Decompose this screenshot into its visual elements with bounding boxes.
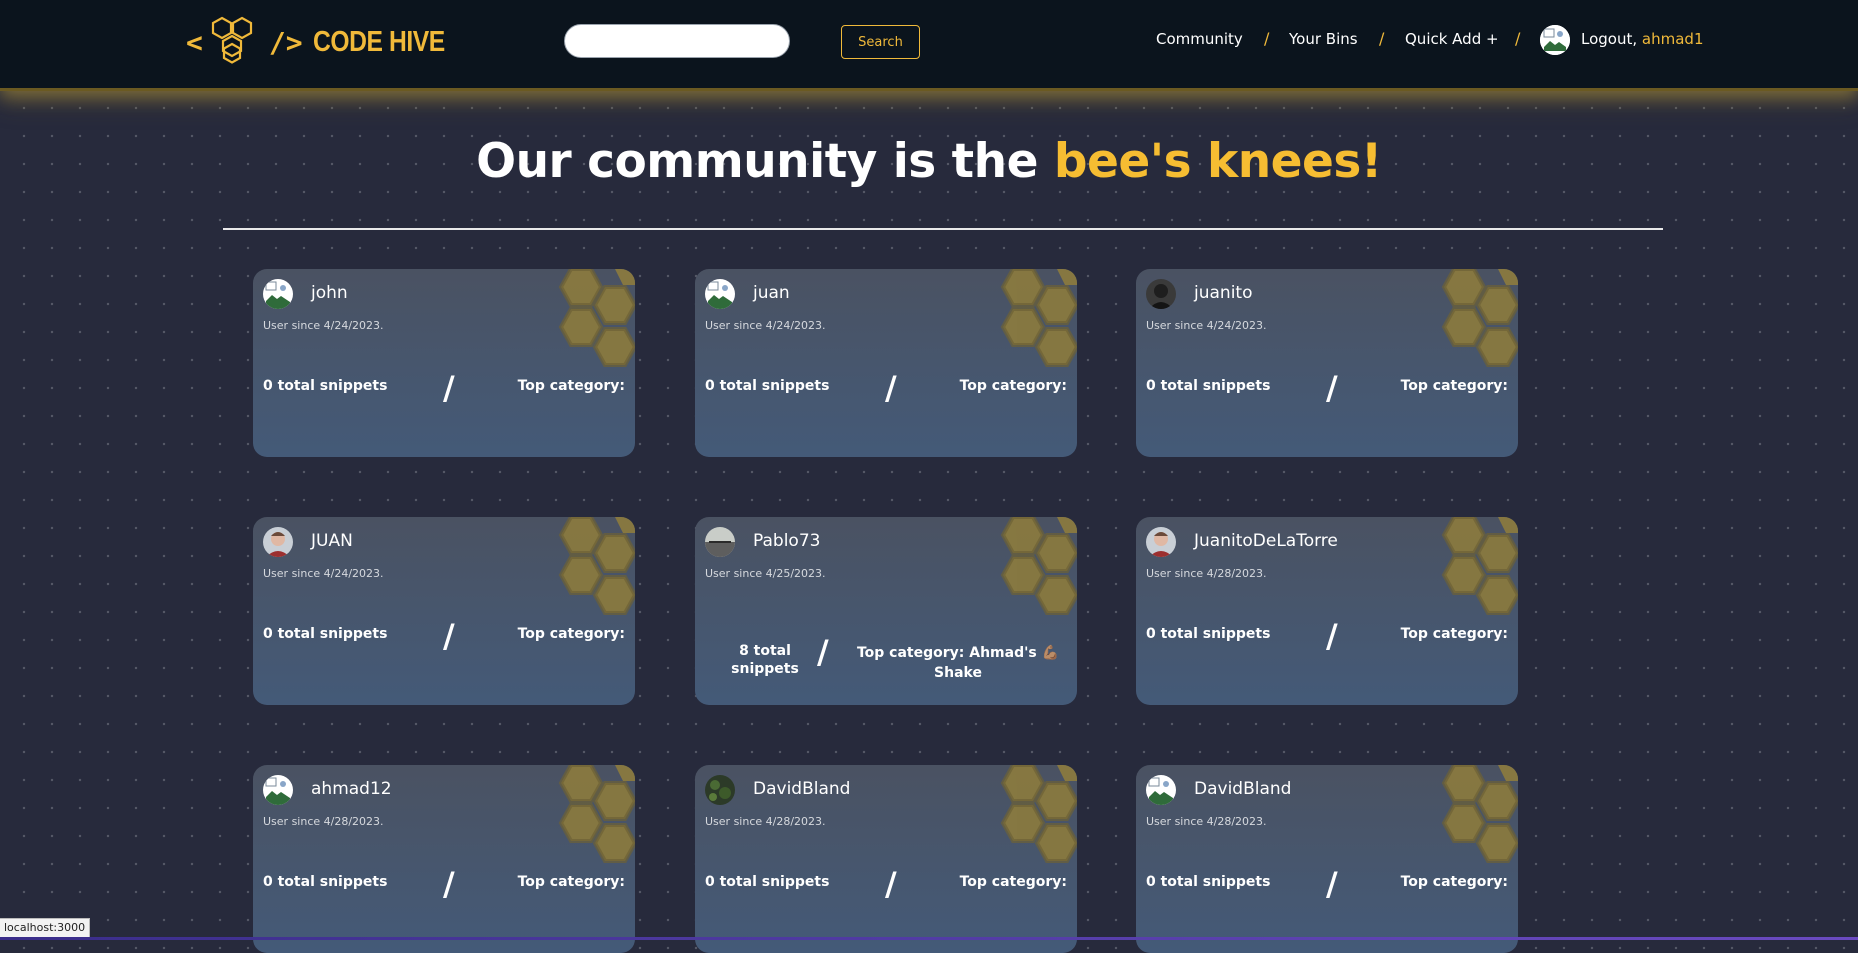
user-card[interactable]: JUAN User since 4/24/2023. 0 total snipp… (253, 517, 635, 705)
top-category: Top category: (959, 874, 1067, 890)
logout-link[interactable]: Logout, ahmad1 (1581, 30, 1704, 48)
user-card[interactable]: JuanitoDeLaTorre User since 4/28/2023. 0… (1136, 517, 1518, 705)
user-since-date: User since 4/28/2023. (1146, 815, 1267, 828)
user-name[interactable]: juan (753, 283, 790, 303)
user-since-date: User since 4/28/2023. (705, 815, 826, 828)
nav-separator: / (1379, 29, 1385, 48)
honeycomb-decoration-icon (543, 269, 635, 393)
current-username: ahmad1 (1641, 30, 1704, 48)
snippet-count: 0 total snippets (263, 378, 388, 394)
status-bar-url: localhost:3000 (0, 918, 91, 937)
user-avatar-icon (1146, 527, 1176, 557)
user-since-date: User since 4/28/2023. (263, 815, 384, 828)
user-avatar-icon (705, 527, 735, 557)
top-navbar: < /> CODE HIVE Search Community / Your B… (0, 0, 1858, 91)
page-title-accent: bee's knees! (1053, 134, 1383, 189)
nav-separator: / (1515, 29, 1521, 48)
top-category: Top category: (959, 378, 1067, 394)
snippet-count: 0 total snippets (263, 626, 388, 642)
user-card[interactable]: juanito User since 4/24/2023. 0 total sn… (1136, 269, 1518, 457)
logout-label: Logout, (1581, 30, 1638, 48)
top-category: Top category: Ahmad's 💪🏽 Shake (856, 645, 1060, 681)
snippet-count: 0 total snippets (1146, 874, 1271, 890)
user-since-date: User since 4/24/2023. (263, 567, 384, 580)
snippet-count: 0 total snippets (705, 874, 830, 890)
user-avatar-icon (705, 775, 735, 805)
search-button[interactable]: Search (841, 25, 920, 59)
user-since-date: User since 4/24/2023. (263, 319, 384, 332)
stat-separator: / (1326, 865, 1338, 903)
user-avatar-icon (705, 279, 735, 309)
snippet-count: 0 total snippets (1146, 378, 1271, 394)
user-name[interactable]: DavidBland (1194, 779, 1291, 799)
user-card[interactable]: juan User since 4/24/2023. 0 total snipp… (695, 269, 1077, 457)
honeycomb-decoration-icon (543, 517, 635, 641)
user-name[interactable]: DavidBland (753, 779, 850, 799)
nav-your-bins-link[interactable]: Your Bins (1289, 30, 1358, 48)
user-name[interactable]: JUAN (311, 531, 353, 551)
user-name[interactable]: juanito (1194, 283, 1252, 303)
user-name[interactable]: JuanitoDeLaTorre (1194, 531, 1338, 551)
honeycomb-decoration-icon (543, 765, 635, 889)
snippet-count: 8 total snippets (731, 643, 799, 677)
stat-separator: / (443, 369, 455, 407)
page-title-main: Our community is the (476, 134, 1038, 189)
user-name[interactable]: john (311, 283, 348, 303)
user-avatar-icon (263, 527, 293, 557)
user-card[interactable]: ahmad12 User since 4/28/2023. 0 total sn… (253, 765, 635, 953)
nav-quick-add-link[interactable]: Quick Add + (1405, 30, 1499, 48)
user-since-date: User since 4/24/2023. (705, 319, 826, 332)
user-name[interactable]: ahmad12 (311, 779, 392, 799)
code-hive-logo[interactable]: < /> CODE HIVE (186, 14, 468, 70)
user-card[interactable]: Pablo73 User since 4/25/2023. 8 total sn… (695, 517, 1077, 705)
user-card[interactable]: DavidBland User since 4/28/2023. 0 total… (1136, 765, 1518, 953)
logo-wordmark: CODE HIVE (312, 25, 445, 58)
title-divider (223, 228, 1663, 230)
stat-separator: / (443, 865, 455, 903)
honeycomb-decoration-icon (1426, 517, 1518, 641)
user-card[interactable]: john User since 4/24/2023. 0 total snipp… (253, 269, 635, 457)
honeycomb-decoration-icon (1426, 765, 1518, 889)
user-card[interactable]: DavidBland User since 4/28/2023. 0 total… (695, 765, 1077, 953)
top-category: Top category: (517, 378, 625, 394)
snippet-count: 0 total snippets (1146, 626, 1271, 642)
page-title: Our community is the bee's knees! (0, 134, 1858, 189)
honeycomb-decoration-icon (1426, 269, 1518, 393)
user-avatar-icon (263, 775, 293, 805)
honeycomb-icon (211, 16, 252, 64)
user-avatar-icon (1146, 775, 1176, 805)
top-category: Top category: (517, 874, 625, 890)
user-since-date: User since 4/25/2023. (705, 567, 826, 580)
snippet-count: 0 total snippets (263, 874, 388, 890)
user-since-date: User since 4/28/2023. (1146, 567, 1267, 580)
honeycomb-decoration-icon (985, 269, 1077, 393)
user-name[interactable]: Pablo73 (753, 531, 820, 551)
logo-close-bracket: /> (268, 25, 303, 59)
honeycomb-decoration-icon (985, 765, 1077, 889)
top-category: Top category: (1400, 626, 1508, 642)
stat-separator: / (1326, 617, 1338, 655)
nav-community-link[interactable]: Community (1156, 30, 1243, 48)
stat-separator: / (885, 369, 897, 407)
top-category: Top category: (1400, 378, 1508, 394)
search-input[interactable] (564, 24, 790, 58)
top-category: Top category: (517, 626, 625, 642)
stat-separator: / (817, 633, 829, 671)
stat-separator: / (443, 617, 455, 655)
honeycomb-decoration-icon (985, 517, 1077, 641)
nav-separator: / (1264, 29, 1270, 48)
top-category: Top category: (1400, 874, 1508, 890)
stat-separator: / (885, 865, 897, 903)
snippet-count: 0 total snippets (705, 378, 830, 394)
logo-open-bracket: < (186, 25, 203, 59)
user-avatar-icon (1146, 279, 1176, 309)
stat-separator: / (1326, 369, 1338, 407)
user-avatar-icon (263, 279, 293, 309)
user-avatar-icon[interactable] (1540, 25, 1570, 55)
user-since-date: User since 4/24/2023. (1146, 319, 1267, 332)
